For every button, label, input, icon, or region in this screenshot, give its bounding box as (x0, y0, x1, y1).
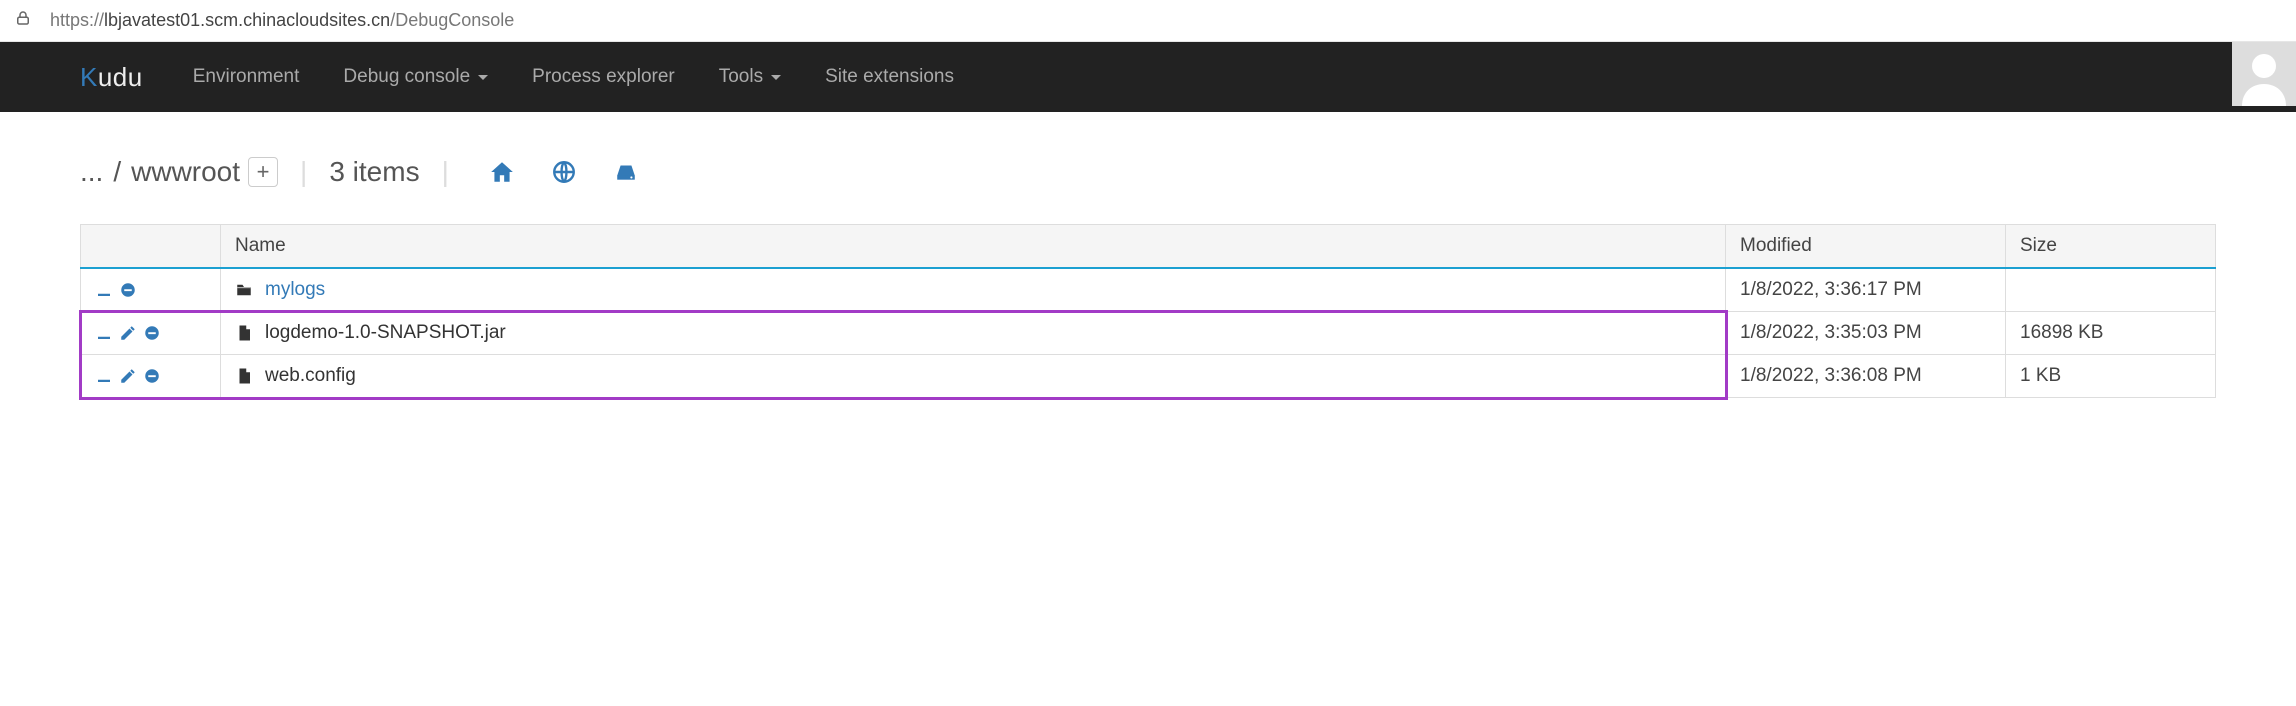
item-count: 3 items (329, 156, 419, 188)
edit-icon[interactable] (119, 324, 137, 342)
col-size[interactable]: Size (2006, 225, 2216, 269)
row-modified: 1/8/2022, 3:36:17 PM (1726, 268, 2006, 312)
divider: | (442, 156, 449, 188)
breadcrumb-toolbar: ... / wwwroot + | 3 items | (0, 112, 2296, 200)
browser-address-bar: https://lbjavatest01.scm.chinacloudsites… (0, 0, 2296, 42)
table-row: logdemo-1.0-SNAPSHOT.jar 1/8/2022, 3:35:0… (81, 312, 2216, 355)
file-name[interactable]: mylogs (265, 279, 325, 300)
nav-item-tools[interactable]: Tools (697, 42, 803, 112)
row-size: 1 KB (2006, 355, 2216, 398)
nav-item-debug-console[interactable]: Debug console (321, 42, 510, 112)
breadcrumb-parent[interactable]: ... (80, 156, 103, 188)
row-actions (81, 268, 221, 312)
nav-item-site-extensions[interactable]: Site extensions (803, 42, 976, 112)
folder-icon (235, 281, 253, 299)
col-actions (81, 225, 221, 269)
col-name[interactable]: Name (221, 225, 1726, 269)
add-button[interactable]: + (248, 157, 278, 187)
disk-icon[interactable] (613, 159, 639, 185)
file-table: Name Modified Size mylogs 1/8/2022, 3:36:… (80, 224, 2216, 398)
download-icon[interactable] (95, 367, 113, 385)
file-icon (235, 367, 253, 385)
row-name-cell: logdemo-1.0-SNAPSHOT.jar (221, 312, 1726, 355)
browser-url[interactable]: https://lbjavatest01.scm.chinacloudsites… (50, 10, 514, 31)
table-row: web.config 1/8/2022, 3:36:08 PM1 KB (81, 355, 2216, 398)
col-modified[interactable]: Modified (1726, 225, 2006, 269)
nav-item-environment[interactable]: Environment (171, 42, 322, 112)
breadcrumb-separator: / (113, 156, 121, 188)
file-icon (235, 324, 253, 342)
row-modified: 1/8/2022, 3:36:08 PM (1726, 355, 2006, 398)
home-icon[interactable] (489, 159, 515, 185)
row-name-cell: mylogs (221, 268, 1726, 312)
delete-icon[interactable] (143, 367, 161, 385)
download-icon[interactable] (95, 324, 113, 342)
table-header-row: Name Modified Size (81, 225, 2216, 269)
row-modified: 1/8/2022, 3:35:03 PM (1726, 312, 2006, 355)
chevron-down-icon (478, 75, 488, 80)
nav-item-process-explorer[interactable]: Process explorer (510, 42, 697, 112)
top-navbar: Kudu EnvironmentDebug consoleProcess exp… (0, 42, 2296, 112)
delete-icon[interactable] (119, 281, 137, 299)
row-size (2006, 268, 2216, 312)
row-actions (81, 312, 221, 355)
divider: | (300, 156, 307, 188)
globe-icon[interactable] (551, 159, 577, 185)
lock-icon (14, 9, 32, 32)
row-size: 16898 KB (2006, 312, 2216, 355)
avatar[interactable] (2232, 42, 2296, 106)
download-icon[interactable] (95, 281, 113, 299)
file-name: web.config (265, 365, 356, 386)
breadcrumb-current[interactable]: wwwroot (131, 156, 240, 188)
table-row: mylogs 1/8/2022, 3:36:17 PM (81, 268, 2216, 312)
delete-icon[interactable] (143, 324, 161, 342)
row-actions (81, 355, 221, 398)
brand-logo[interactable]: Kudu (80, 62, 143, 93)
chevron-down-icon (771, 75, 781, 80)
edit-icon[interactable] (119, 367, 137, 385)
row-name-cell: web.config (221, 355, 1726, 398)
file-name: logdemo-1.0-SNAPSHOT.jar (265, 322, 506, 343)
